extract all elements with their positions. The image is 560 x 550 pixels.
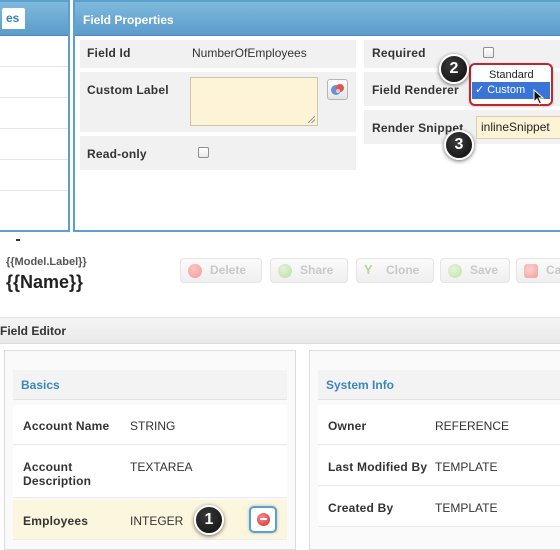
required-label: Required	[372, 46, 426, 60]
cancel-icon	[524, 264, 538, 278]
field-renderer-dropdown[interactable]: Standard ✓ Custom	[469, 63, 553, 106]
model-label: {{Model.Label}}	[6, 256, 87, 268]
custom-label-label: Custom Label	[87, 83, 169, 97]
required-checkbox[interactable]	[483, 47, 494, 58]
field-row[interactable]: Account Name STRING	[13, 405, 287, 445]
remove-icon	[257, 513, 270, 526]
field-properties-header: Field Properties	[75, 2, 560, 36]
model-list-panel: es	[0, 0, 70, 232]
cancel-button-label: Ca	[546, 263, 560, 277]
separator-mark	[16, 239, 20, 241]
clone-button[interactable]: Y Clone	[356, 258, 434, 283]
checkmark-icon: ✓	[475, 84, 485, 96]
field-row-type: STRING	[130, 419, 176, 433]
save-button-label: Save	[470, 263, 499, 277]
list-item[interactable]	[0, 36, 68, 67]
field-editor-title: Field Editor	[0, 324, 66, 338]
mouse-pointer-icon	[533, 89, 545, 105]
field-editor-bar: Field Editor	[0, 317, 560, 344]
step-marker-2: 2	[439, 54, 469, 84]
field-row-selected[interactable]: Employees INTEGER	[13, 500, 287, 540]
render-snippet-input[interactable]: inlineSnippet	[476, 116, 560, 139]
list-item[interactable]	[0, 129, 68, 160]
field-row-label: Owner	[328, 419, 367, 433]
field-row[interactable]: Owner REFERENCE	[318, 405, 560, 445]
model-list-panel-header: es	[0, 2, 68, 36]
clone-icon: Y	[364, 262, 373, 277]
field-row-type: TEMPLATE	[435, 460, 498, 474]
globe-icon	[331, 84, 344, 95]
field-properties-title: Field Properties	[83, 13, 174, 27]
step-marker-1: 1	[194, 505, 224, 535]
model-list-tab[interactable]: es	[2, 8, 26, 29]
share-button-label: Share	[300, 263, 334, 277]
renderer-option-standard[interactable]: Standard	[475, 67, 549, 83]
read-only-checkbox[interactable]	[198, 147, 209, 158]
remove-field-button[interactable]	[249, 506, 277, 533]
field-row-type: REFERENCE	[435, 419, 510, 433]
field-row-type: TEMPLATE	[435, 501, 498, 515]
field-row-label: Last Modified By	[328, 460, 428, 474]
translate-button[interactable]	[327, 79, 348, 100]
field-renderer-label: Field Renderer	[372, 83, 459, 97]
basics-header: Basics	[13, 370, 287, 400]
system-info-header: System Info	[318, 370, 560, 400]
step-marker-3: 3	[444, 130, 474, 160]
share-icon	[278, 264, 292, 278]
delete-button[interactable]: Delete	[180, 258, 262, 283]
list-item[interactable]	[0, 160, 68, 191]
save-button[interactable]: Save	[440, 258, 510, 283]
share-button[interactable]: Share	[270, 258, 348, 283]
read-only-label: Read-only	[87, 147, 147, 161]
field-row-label: Employees	[23, 514, 89, 528]
system-info-title: System Info	[326, 378, 395, 392]
field-row-label: Created By	[328, 501, 394, 515]
field-row-type: TEXTAREA	[130, 460, 193, 474]
field-row[interactable]: Created By TEMPLATE	[318, 487, 560, 527]
cancel-button[interactable]: Ca	[516, 258, 560, 283]
delete-icon	[188, 264, 202, 278]
field-id-value: NumberOfEmployees	[192, 46, 307, 60]
field-row-label: Account Name	[23, 419, 110, 433]
list-item[interactable]	[0, 98, 68, 129]
field-row[interactable]: Account Description TEXTAREA	[13, 446, 287, 498]
record-name-title: {{Name}}	[6, 272, 84, 292]
field-row-type: INTEGER	[130, 514, 184, 528]
field-id-label: Field Id	[87, 46, 131, 60]
field-row[interactable]: Last Modified By TEMPLATE	[318, 446, 560, 486]
clone-button-label: Clone	[386, 263, 420, 277]
delete-button-label: Delete	[210, 263, 247, 277]
basics-title: Basics	[21, 378, 60, 392]
renderer-option-custom-label: Custom	[487, 84, 526, 96]
save-icon	[448, 264, 462, 278]
custom-label-input[interactable]	[190, 77, 318, 126]
list-item[interactable]	[0, 67, 68, 98]
field-row-label: Account Description	[23, 460, 92, 488]
